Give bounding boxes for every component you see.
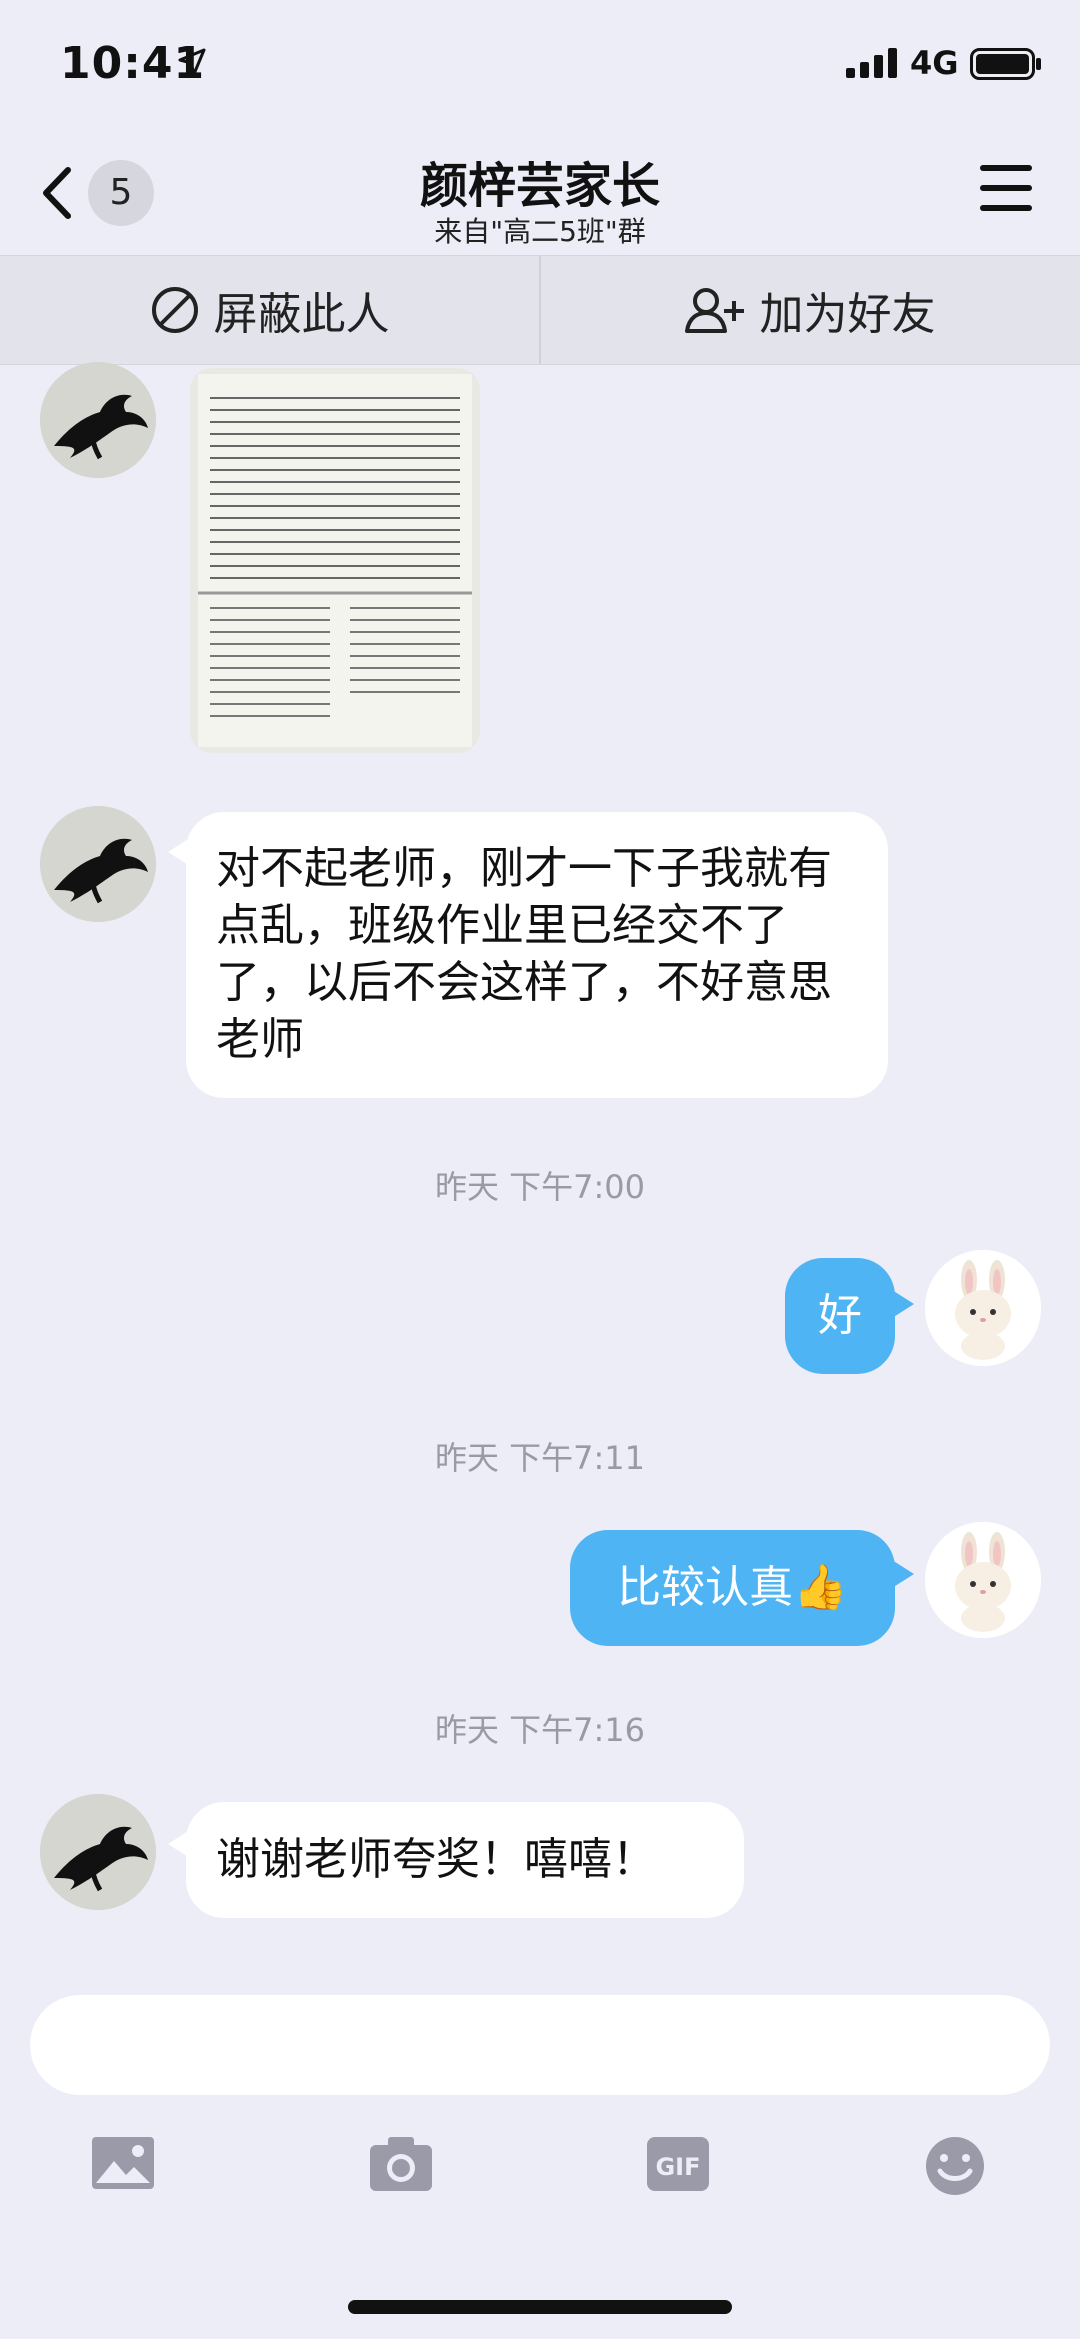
block-icon	[151, 287, 198, 333]
bird-avatar-icon	[40, 1794, 156, 1910]
bunny-avatar-icon	[925, 1522, 1041, 1638]
gif-icon: GIF	[647, 2137, 709, 2191]
status-bar: 10:41 4G	[0, 0, 1080, 130]
network-type: 4G	[910, 44, 959, 82]
message-input-container	[30, 1995, 1050, 2095]
timestamp: 昨天 下午7:16	[434, 1711, 646, 1749]
gif-button[interactable]: GIF	[645, 2135, 725, 2205]
avatar[interactable]	[925, 1522, 1041, 1638]
image-icon	[92, 2137, 154, 2189]
bunny-avatar-icon	[925, 1250, 1041, 1366]
bird-avatar-icon	[40, 362, 156, 478]
message-text: 比较认真👍	[617, 1562, 848, 1613]
menu-icon-line	[980, 205, 1032, 211]
shared-photo[interactable]	[190, 368, 480, 753]
bubble-tail	[892, 1290, 914, 1318]
camera-icon	[370, 2137, 432, 2191]
emoji-icon	[926, 2137, 984, 2195]
message-input[interactable]	[30, 1995, 1050, 2095]
menu-button[interactable]	[980, 165, 1032, 213]
message-bubble[interactable]: 好	[785, 1258, 895, 1374]
block-user-label: 屏蔽此人	[213, 289, 390, 340]
home-indicator[interactable]	[348, 2300, 732, 2314]
bubble-tail	[892, 1560, 914, 1588]
battery-icon	[970, 48, 1041, 80]
bird-avatar-icon	[40, 806, 156, 922]
message-text: 好	[818, 1290, 862, 1341]
image-button[interactable]	[90, 2135, 170, 2205]
page-title: 颜梓芸家长	[419, 158, 660, 214]
chat-header: 5 颜梓芸家长 来自"高二5班"群	[0, 130, 1080, 255]
add-user-icon	[684, 288, 744, 333]
avatar[interactable]	[925, 1250, 1041, 1366]
add-friend-label: 加为好友	[759, 289, 936, 340]
avatar[interactable]	[40, 1794, 156, 1910]
avatar[interactable]	[40, 806, 156, 922]
message-text: 对不起老师，刚才一下子我就有点乱，班级作业里已经交不了了，以后不会这样了，不好意…	[216, 843, 832, 1065]
camera-button[interactable]	[368, 2135, 448, 2205]
avatar[interactable]	[40, 362, 156, 478]
menu-icon-line	[980, 185, 1032, 191]
signal-icon	[846, 48, 897, 78]
page-subtitle: 来自"高二5班"群	[434, 215, 646, 248]
timestamp: 昨天 下午7:00	[434, 1168, 646, 1206]
message-bubble[interactable]: 谢谢老师夸奖！嘻嘻！	[186, 1802, 744, 1918]
message-bubble[interactable]: 对不起老师，刚才一下子我就有点乱，班级作业里已经交不了了，以后不会这样了，不好意…	[186, 812, 888, 1098]
block-user-button[interactable]: 屏蔽此人	[0, 256, 539, 364]
message-text: 谢谢老师夸奖！嘻嘻！	[216, 1834, 656, 1885]
location-arrow-icon	[178, 48, 206, 76]
action-bar: 屏蔽此人 加为好友	[0, 255, 1080, 365]
emoji-button[interactable]	[922, 2135, 1002, 2205]
timestamp: 昨天 下午7:11	[434, 1439, 646, 1477]
add-friend-button[interactable]: 加为好友	[540, 256, 1079, 364]
message-bubble[interactable]: 比较认真👍	[570, 1530, 895, 1646]
menu-icon-line	[980, 165, 1032, 171]
document-photo-image	[190, 368, 480, 753]
svg-text:GIF: GIF	[655, 2153, 700, 2181]
